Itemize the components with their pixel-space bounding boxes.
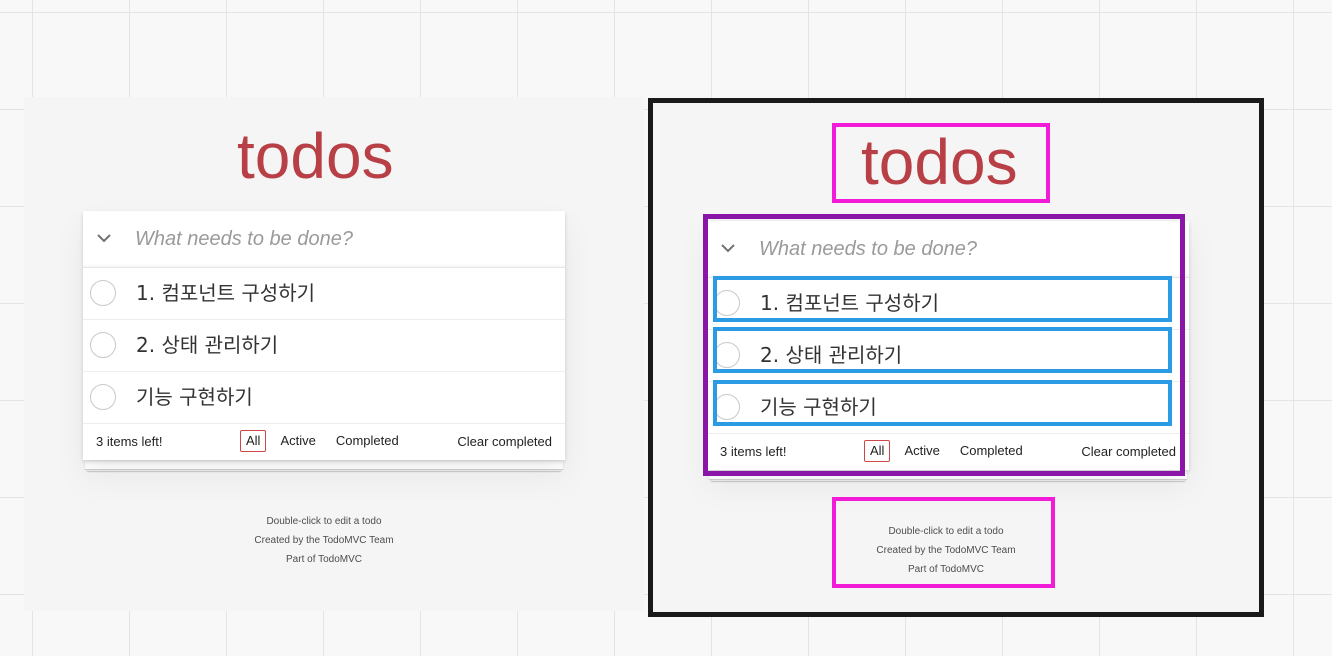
filter-completed[interactable]: Completed (954, 440, 1029, 462)
info-footer: Double-click to edit a todo Created by t… (846, 522, 1046, 579)
chevron-down-icon[interactable] (91, 223, 117, 253)
info-footer: Double-click to edit a todo Created by t… (224, 512, 424, 569)
todo-header (83, 211, 565, 268)
filter-active[interactable]: Active (274, 430, 321, 452)
todo-label[interactable]: 2. 상태 관리하기 (760, 341, 902, 369)
items-left-count: 3 items left! (720, 444, 787, 459)
todoapp-stack-shadow (85, 461, 563, 469)
new-todo-input[interactable] (135, 221, 545, 257)
circle-checkbox-icon[interactable] (714, 290, 740, 316)
todo-label[interactable]: 기능 구현하기 (136, 383, 253, 411)
todo-item[interactable]: 2. 상태 관리하기 (83, 320, 565, 372)
info-edit-hint: Double-click to edit a todo (888, 526, 1004, 537)
circle-checkbox-icon[interactable] (90, 332, 116, 358)
app-title: todos (861, 126, 1018, 198)
todo-label[interactable]: 기능 구현하기 (760, 393, 877, 421)
info-credits: Created by the TodoMVC Team (876, 545, 1016, 556)
todoapp-stack-shadow (709, 471, 1187, 479)
info-credits: Created by the TodoMVC Team (254, 535, 394, 546)
todo-footer: 3 items left! All Active Completed Clear… (707, 434, 1189, 470)
todo-header (707, 221, 1189, 278)
filters: All Active Completed (864, 440, 1033, 462)
info-part-of: Part of TodoMVC (908, 564, 984, 575)
todo-label[interactable]: 1. 컴포넌트 구성하기 (136, 279, 315, 307)
todo-list: 1. 컴포넌트 구성하기 2. 상태 관리하기 기능 구현하기 (83, 268, 565, 424)
filter-active[interactable]: Active (898, 440, 945, 462)
todo-item[interactable]: 기능 구현하기 (83, 372, 565, 424)
left-todomvc-panel: todos 1. 컴포넌트 구성하기 2. 상태 관리하기 기능 구현하기 (24, 97, 644, 611)
todo-item[interactable]: 기능 구현하기 (707, 382, 1189, 434)
circle-checkbox-icon[interactable] (90, 280, 116, 306)
filter-all[interactable]: All (864, 440, 891, 462)
todoapp: 1. 컴포넌트 구성하기 2. 상태 관리하기 기능 구현하기 3 items … (707, 221, 1189, 470)
new-todo-input[interactable] (759, 231, 1169, 267)
todo-label[interactable]: 1. 컴포넌트 구성하기 (760, 289, 939, 317)
todo-label[interactable]: 2. 상태 관리하기 (136, 331, 278, 359)
clear-completed-button[interactable]: Clear completed (1081, 444, 1176, 459)
filter-completed[interactable]: Completed (330, 430, 405, 452)
circle-checkbox-icon[interactable] (90, 384, 116, 410)
todo-item[interactable]: 2. 상태 관리하기 (707, 330, 1189, 382)
todo-list: 1. 컴포넌트 구성하기 2. 상태 관리하기 기능 구현하기 (707, 278, 1189, 434)
todoapp: 1. 컴포넌트 구성하기 2. 상태 관리하기 기능 구현하기 3 items … (83, 211, 565, 460)
clear-completed-button[interactable]: Clear completed (457, 434, 552, 449)
todo-item[interactable]: 1. 컴포넌트 구성하기 (83, 268, 565, 320)
circle-checkbox-icon[interactable] (714, 342, 740, 368)
todo-item[interactable]: 1. 컴포넌트 구성하기 (707, 278, 1189, 330)
circle-checkbox-icon[interactable] (714, 394, 740, 420)
annotated-frame: todos 1. 컴포넌트 구성하기 2. 상태 관리하기 기능 구현하기 (648, 98, 1264, 617)
info-edit-hint: Double-click to edit a todo (266, 516, 382, 527)
todo-footer: 3 items left! All Active Completed Clear… (83, 424, 565, 460)
info-part-of: Part of TodoMVC (286, 554, 362, 565)
items-left-count: 3 items left! (96, 434, 163, 449)
chevron-down-icon[interactable] (715, 233, 741, 263)
filters: All Active Completed (240, 430, 409, 452)
app-title: todos (237, 120, 394, 192)
filter-all[interactable]: All (240, 430, 267, 452)
